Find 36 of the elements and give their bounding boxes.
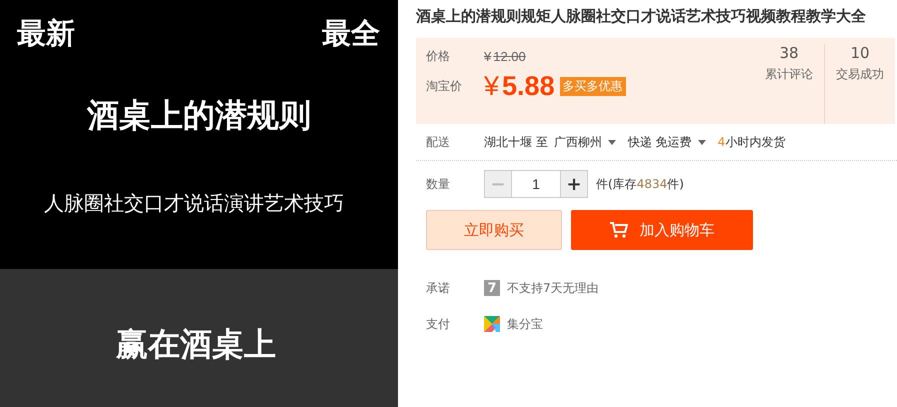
- shipping-method-dropdown[interactable]: 快递 免运费: [628, 134, 706, 150]
- payment-method-text: 集分宝: [507, 316, 543, 332]
- caret-icon: [608, 140, 616, 144]
- stat-value: 38: [779, 44, 799, 62]
- promise-text: 不支持7天无理由: [507, 280, 599, 296]
- ship-from-text: 湖北十堰 至: [484, 134, 548, 150]
- cover-corner-text: 最全: [322, 15, 380, 52]
- promo-price-label: 淘宝价: [426, 78, 463, 95]
- cart-icon: [610, 222, 628, 238]
- cover-subline: 人脉圈社交口才说话演讲艺术技巧: [44, 190, 344, 217]
- delivery-label: 配送: [426, 134, 451, 150]
- original-price: ¥12.00: [484, 49, 526, 64]
- stat-label: 累计评论: [765, 66, 813, 83]
- payment-label: 支付: [426, 316, 451, 332]
- quantity-input[interactable]: 1: [512, 170, 560, 198]
- increase-button[interactable]: +: [560, 170, 588, 198]
- product-title: 酒桌上的潜规则规矩人脉圈社交口才说话艺术技巧视频教程教学大全: [416, 6, 867, 26]
- cover-corner-text: 最新: [17, 15, 75, 52]
- cover-footer-text: 赢在酒桌上: [116, 324, 276, 365]
- price-label: 价格: [426, 48, 451, 65]
- destination-dropdown[interactable]: 广西柳州: [554, 134, 616, 150]
- caret-icon: [698, 140, 706, 144]
- dispatch-hours: 4: [718, 135, 726, 149]
- discount-tag: 多买多优惠: [560, 77, 626, 96]
- stat-label: 交易成功: [836, 66, 884, 83]
- promise-label: 承诺: [426, 280, 451, 296]
- quantity-label: 数量: [426, 176, 451, 192]
- return-policy-badge: 7: [484, 280, 500, 296]
- cover-headline: 酒桌上的潜规则: [87, 95, 311, 136]
- stock-text: 件(库存: [596, 176, 637, 192]
- promo-price: ¥5.88: [484, 71, 555, 102]
- dispatch-text: 小时内发货: [725, 134, 786, 150]
- payment-logo-icon: [484, 316, 500, 332]
- stock-text: 件): [667, 176, 684, 192]
- stat-value: 10: [850, 44, 870, 62]
- stock-count: 4834: [636, 177, 668, 191]
